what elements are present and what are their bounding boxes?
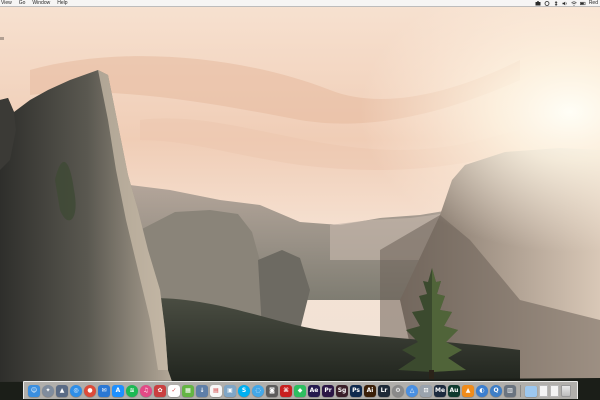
messages-icon[interactable]: ◌: [252, 385, 264, 397]
chrome-icon[interactable]: ●: [84, 385, 96, 397]
reminders-icon-glyph: ✓: [171, 387, 177, 394]
after-effects-icon[interactable]: Ae: [308, 385, 320, 397]
spotify-icon-glyph: ≋: [129, 387, 135, 394]
calendar-icon-glyph: ▤: [213, 387, 219, 394]
menu-view[interactable]: View: [1, 0, 12, 7]
calendar-icon[interactable]: ▤: [210, 385, 222, 397]
rocket-icon[interactable]: ▲: [56, 385, 68, 397]
menu-help[interactable]: Help: [57, 0, 67, 7]
google-drive-icon[interactable]: △: [406, 385, 418, 397]
evernote-icon-glyph: ◆: [297, 387, 303, 394]
reminders-icon[interactable]: ✓: [168, 385, 180, 397]
finder-icon-glyph: ☺: [30, 387, 38, 394]
skype-icon-glyph: S: [241, 387, 247, 394]
lightroom-icon-glyph: Lr: [380, 387, 388, 394]
wifi-icon[interactable]: [571, 1, 577, 6]
lightroom-icon[interactable]: Lr: [378, 385, 390, 397]
image-capture-icon-glyph: ▥: [507, 387, 513, 394]
audition-icon[interactable]: Au: [448, 385, 460, 397]
photos-icon[interactable]: ✿: [154, 385, 166, 397]
acrobat-icon[interactable]: ⌘: [280, 385, 292, 397]
sync-icon[interactable]: [544, 1, 550, 6]
download-icon-glyph: ↓: [199, 387, 205, 394]
chrome-icon-glyph: ●: [87, 387, 93, 394]
premiere-icon-glyph: Pr: [324, 387, 332, 394]
launchpad-icon-glyph: ✦: [45, 387, 51, 394]
quicktime-icon[interactable]: Q: [490, 385, 502, 397]
vlc-icon-glyph: ▲: [465, 387, 471, 394]
image-capture-icon[interactable]: ▥: [504, 385, 516, 397]
media-encoder-icon[interactable]: Me: [434, 385, 446, 397]
app-store-icon[interactable]: A: [112, 385, 124, 397]
system-preferences-icon[interactable]: ⚙: [392, 385, 404, 397]
dock-separator: [520, 385, 521, 397]
android-icon-glyph: ▦: [185, 387, 191, 394]
preview-icon-glyph: ▣: [227, 387, 233, 394]
audition-icon-glyph: Au: [449, 387, 459, 394]
safari-icon-glyph: ◎: [73, 387, 79, 394]
itunes-icon-glyph: ♫: [143, 387, 149, 394]
premiere-icon[interactable]: Pr: [322, 385, 334, 397]
speedgrade-icon[interactable]: Sg: [336, 385, 348, 397]
google-drive-icon-glyph: △: [409, 387, 415, 394]
vlc-icon[interactable]: ▲: [462, 385, 474, 397]
finder-icon[interactable]: ☺: [28, 385, 40, 397]
evernote-icon[interactable]: ◆: [294, 385, 306, 397]
camera-icon[interactable]: [535, 1, 541, 6]
dock-app-list: ☺ ✦ ▲ ◎ ● ✉ A ≋ ♫ ✿ ✓ ▦ ↓ ▤ ▣ S ◌ ◙ ⌘ ◆ Ae Pr Sg Ps Ai Lr ⚙ △ ⊡ Me Au ▲…: [28, 384, 573, 398]
safari-icon[interactable]: ◎: [70, 385, 82, 397]
menu-bar: View Go Window Help Red: [0, 0, 600, 7]
quicktime-icon-glyph: Q: [493, 387, 499, 394]
scanner-icon-glyph: ⊡: [423, 387, 429, 394]
volume-icon[interactable]: [562, 1, 568, 6]
trash-icon[interactable]: [561, 385, 571, 397]
photo-booth-icon-glyph: ◙: [269, 387, 275, 394]
rocket-icon-glyph: ▲: [59, 387, 65, 394]
preview-icon[interactable]: ▣: [224, 385, 236, 397]
skype-icon[interactable]: S: [238, 385, 250, 397]
after-effects-icon-glyph: Ae: [309, 387, 319, 394]
downloads-folder-icon[interactable]: [525, 385, 537, 397]
photos-icon-glyph: ✿: [157, 387, 163, 394]
illustrator-icon-glyph: Ai: [366, 387, 374, 394]
media-encoder-icon-glyph: Me: [434, 387, 446, 394]
itunes-icon[interactable]: ♫: [140, 385, 152, 397]
battery-icon[interactable]: [579, 1, 586, 6]
scanner-icon[interactable]: ⊡: [420, 385, 432, 397]
download-icon[interactable]: ↓: [196, 385, 208, 397]
mail-icon-glyph: ✉: [101, 387, 107, 394]
desktop-item[interactable]: [0, 37, 4, 40]
document-icon[interactable]: [550, 385, 559, 397]
photoshop-icon[interactable]: Ps: [350, 385, 362, 397]
illustrator-icon[interactable]: Ai: [364, 385, 376, 397]
messages-icon-glyph: ◌: [255, 387, 261, 394]
status-area: Red: [535, 0, 598, 7]
menu-window[interactable]: Window: [32, 0, 50, 7]
document-icon[interactable]: [539, 385, 548, 397]
menu-go[interactable]: Go: [19, 0, 26, 7]
app-store-icon-glyph: A: [115, 387, 121, 394]
launchpad-icon[interactable]: ✦: [42, 385, 54, 397]
acrobat-icon-glyph: ⌘: [283, 387, 289, 394]
android-icon[interactable]: ▦: [182, 385, 194, 397]
photoshop-icon-glyph: Ps: [352, 387, 360, 394]
dock: ☺ ✦ ▲ ◎ ● ✉ A ≋ ♫ ✿ ✓ ▦ ↓ ▤ ▣ S ◌ ◙ ⌘ ◆ Ae Pr Sg Ps Ai Lr ⚙ △ ⊡ Me Au ▲…: [23, 381, 578, 399]
speedgrade-icon-glyph: Sg: [337, 387, 347, 394]
menu-bar-left: View Go Window Help: [1, 0, 68, 7]
system-preferences-icon-glyph: ⚙: [395, 387, 401, 394]
globe-icon[interactable]: ◐: [476, 385, 488, 397]
photo-booth-icon[interactable]: ◙: [266, 385, 278, 397]
clock-text[interactable]: Red: [589, 0, 598, 7]
globe-icon-glyph: ◐: [479, 387, 485, 394]
yosemite-wallpaper: [0, 0, 600, 400]
bluetooth-icon[interactable]: [553, 1, 559, 6]
spotify-icon[interactable]: ≋: [126, 385, 138, 397]
mail-icon[interactable]: ✉: [98, 385, 110, 397]
